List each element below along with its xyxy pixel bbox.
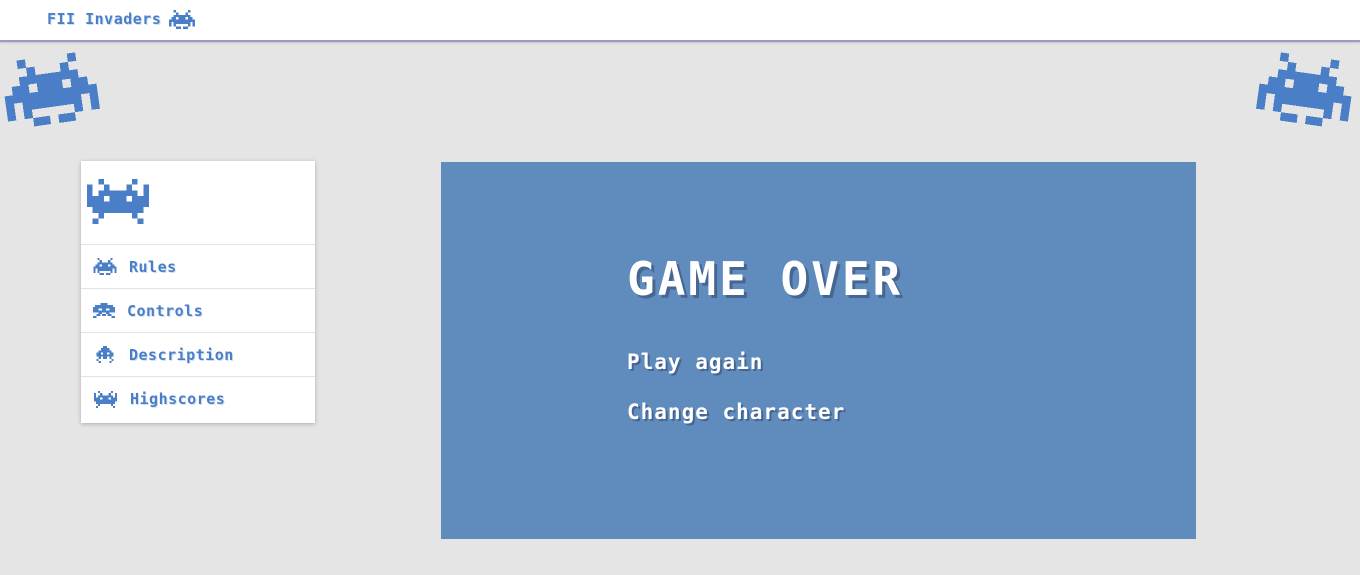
menu-item-label: Highscores <box>130 390 226 408</box>
squid-invader-icon <box>87 179 149 224</box>
brand-link[interactable]: FII Invaders <box>47 7 195 31</box>
change-character-option[interactable]: Change character <box>627 400 845 424</box>
octopus-invader-icon <box>93 303 115 318</box>
ufo-invader-icon <box>93 346 117 363</box>
crab-invader-icon <box>169 10 195 29</box>
crab-invader-icon <box>1254 48 1356 132</box>
crab-invader-icon <box>93 258 117 275</box>
menu-item-label: Description <box>129 345 234 364</box>
menu-item-description[interactable]: Description <box>81 333 315 377</box>
play-again-option[interactable]: Play again <box>627 350 763 374</box>
crab-invader-icon <box>0 48 102 132</box>
game-canvas[interactable]: GAME OVER Play again Change character <box>441 162 1196 539</box>
top-navbar: FII Invaders <box>0 0 1360 42</box>
menu-item-label: Controls <box>127 301 204 320</box>
menu-item-controls[interactable]: Controls <box>81 289 315 333</box>
menu-item-highscores[interactable]: Highscores <box>81 377 315 421</box>
brand-title: FII Invaders <box>47 10 162 28</box>
squid-invader-icon <box>93 391 118 408</box>
menu-item-label: Rules <box>129 257 177 276</box>
menu-logo <box>81 161 315 245</box>
side-menu: Rules Controls Description Highscores <box>81 161 315 423</box>
game-over-title: GAME OVER <box>627 252 904 306</box>
menu-item-rules[interactable]: Rules <box>81 245 315 289</box>
